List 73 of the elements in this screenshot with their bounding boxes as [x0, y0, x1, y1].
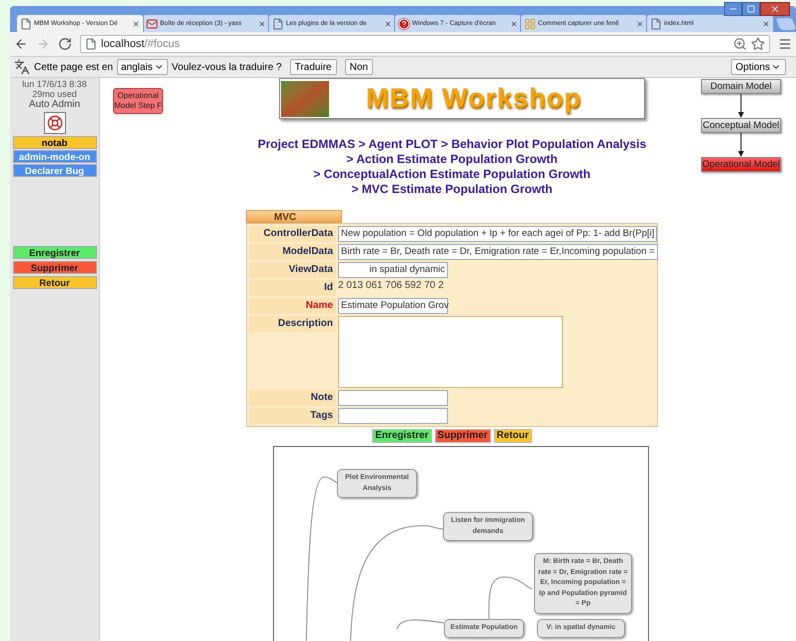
field-label: Tags — [249, 408, 336, 424]
language-dropdown[interactable]: anglais — [116, 59, 168, 75]
input-field[interactable]: in spatial dynamic — [338, 262, 448, 278]
id-value: 2 013 061 706 592 70 2 — [338, 280, 444, 292]
url-path: /#focus — [144, 36, 180, 52]
sidebar-button[interactable]: notab — [12, 136, 96, 149]
breadcrumb-line[interactable]: > ConceptualAction Estimate Population Growth — [313, 167, 590, 182]
breadcrumb-line[interactable]: > Action Estimate Population Growth — [346, 152, 558, 167]
input-field[interactable]: Estimate Population Grov — [338, 298, 448, 314]
translate-question: Voulez-vous la traduire ? — [172, 60, 282, 74]
input-field[interactable]: New population = Old population + Ip + for each agei of Pp: 1- add Br(Pp[i] — [338, 226, 658, 242]
user-name: Auto Admin — [28, 99, 80, 111]
field-label: Description — [249, 316, 336, 332]
usage-text: 29mo used — [32, 89, 77, 99]
photo-placeholder — [281, 80, 329, 116]
menu-icon[interactable] — [778, 37, 792, 51]
down-arrow — [738, 133, 744, 157]
maximize-icon — [747, 5, 755, 13]
form-button[interactable]: Supprimer — [434, 429, 491, 443]
field-label: Note — [249, 390, 336, 406]
mail-icon — [146, 18, 158, 30]
address-field[interactable]: localhost/#focus — [80, 35, 770, 53]
connector-line — [488, 576, 532, 620]
grid-icon — [524, 18, 536, 30]
banner-title: MBM Workshop — [366, 82, 582, 116]
date-text: lun 17/6/13 8:38 — [22, 79, 87, 89]
translate-icon — [14, 59, 30, 75]
close-icon[interactable] — [636, 20, 644, 28]
model-step[interactable]: Domain Model — [701, 79, 781, 94]
input-field[interactable] — [338, 390, 448, 406]
form-button[interactable]: Retour — [494, 429, 532, 443]
field-label: Name — [249, 298, 336, 314]
field-label: ViewData — [249, 262, 336, 278]
question-icon — [398, 18, 410, 30]
lifebuoy-icon[interactable] — [44, 112, 66, 134]
page-icon — [20, 18, 32, 30]
mvc-tab[interactable]: MVC — [246, 210, 342, 223]
form-button[interactable]: Enregistrer — [372, 429, 432, 443]
sidebar-button[interactable]: Supprimer — [12, 261, 96, 274]
input-field[interactable]: Birth rate = Br, Death rate = Dr, Emigration rate = Er,Incoming population = — [338, 244, 658, 260]
close-icon[interactable] — [762, 20, 770, 28]
minimize-button[interactable] — [724, 2, 742, 16]
breadcrumb-line[interactable]: Project EDMMAS > Agent PLOT > Behavior Plot Population Analysis — [258, 137, 646, 152]
step-badge[interactable]: Operational Model Step F — [113, 88, 163, 114]
zoom-icon[interactable] — [733, 37, 747, 51]
model-step[interactable]: Conceptual Model — [701, 118, 781, 133]
field-label: ControllerData — [249, 226, 336, 242]
close-icon[interactable] — [132, 20, 140, 28]
maximize-button[interactable] — [742, 2, 760, 16]
page-icon — [85, 38, 97, 50]
input-field[interactable] — [338, 408, 448, 424]
reload-icon[interactable] — [58, 37, 72, 51]
page-icon — [272, 18, 284, 30]
model-step[interactable]: Operational Model — [701, 157, 781, 172]
close-button[interactable] — [760, 2, 790, 16]
translate-button[interactable]: Non — [344, 59, 373, 75]
close-icon — [770, 4, 780, 14]
page-icon — [650, 18, 662, 30]
sidebar-button[interactable]: Enregistrer — [12, 246, 96, 259]
field-label: ModelData — [249, 244, 336, 260]
close-icon[interactable] — [384, 20, 392, 28]
translate-label: Cette page est en — [34, 60, 113, 74]
close-icon[interactable] — [258, 20, 266, 28]
breadcrumb-line[interactable]: > MVC Estimate Population Growth — [351, 182, 552, 197]
translate-button[interactable]: Traduire — [290, 59, 337, 75]
url-host: localhost — [101, 36, 144, 52]
options-button[interactable]: Options — [730, 59, 786, 75]
field-label: Id — [249, 280, 336, 296]
back-icon[interactable] — [14, 37, 28, 51]
close-icon[interactable] — [510, 20, 518, 28]
down-arrow — [738, 94, 744, 118]
star-icon[interactable] — [751, 37, 765, 51]
sidebar-button[interactable]: Retour — [12, 276, 96, 289]
